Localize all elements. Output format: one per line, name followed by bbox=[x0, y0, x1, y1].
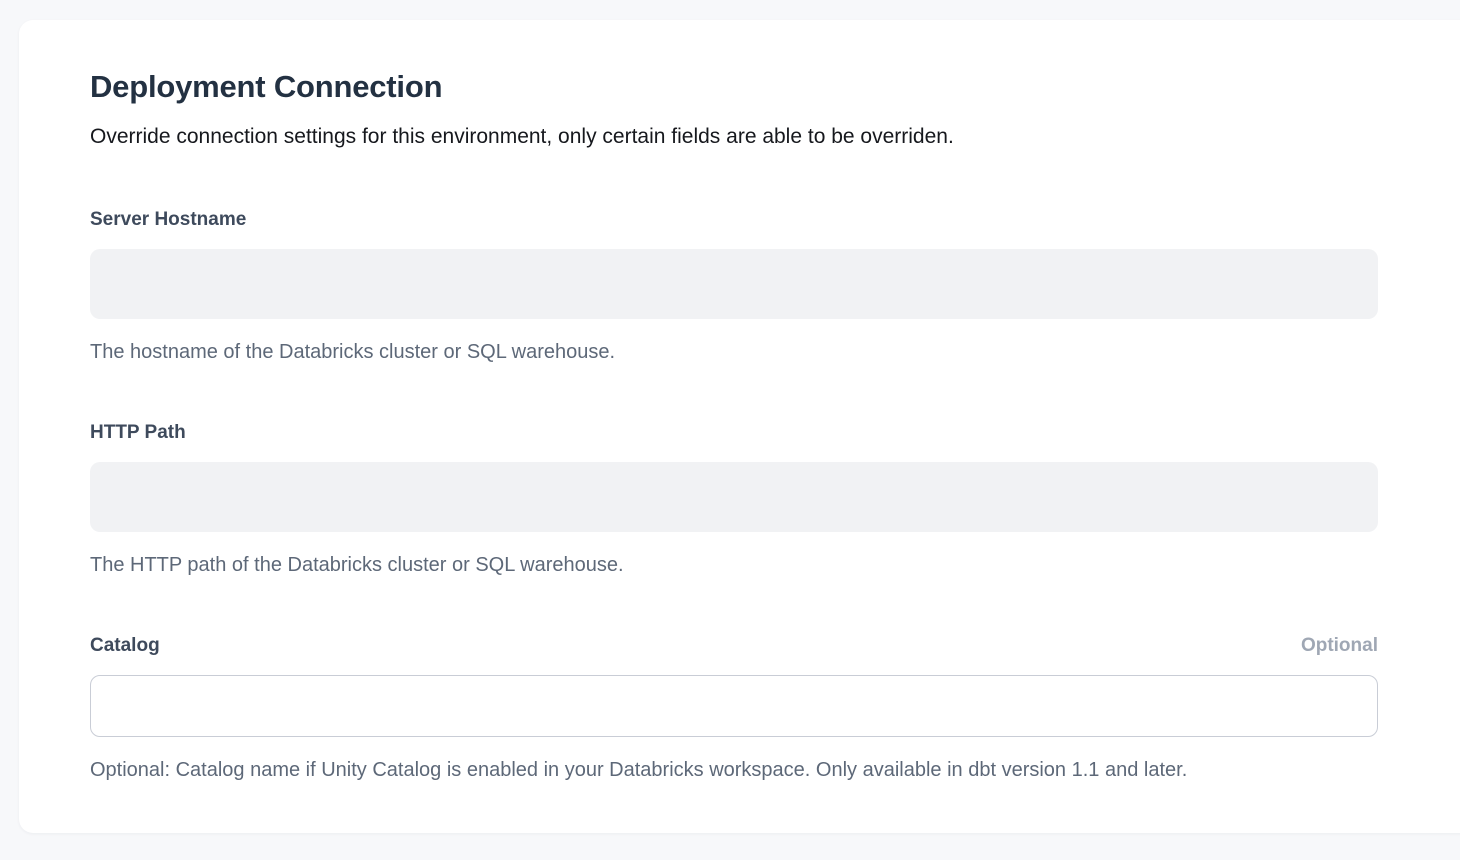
http-path-input bbox=[90, 462, 1378, 532]
server-hostname-helper: The hostname of the Databricks cluster o… bbox=[90, 339, 1378, 366]
label-row: HTTP Path bbox=[90, 420, 1378, 446]
deployment-connection-card: Deployment Connection Override connectio… bbox=[19, 20, 1460, 833]
label-row: Catalog Optional bbox=[90, 633, 1378, 659]
catalog-optional-tag: Optional bbox=[1301, 633, 1378, 659]
card-content: Deployment Connection Override connectio… bbox=[19, 20, 1378, 784]
catalog-label: Catalog bbox=[90, 633, 160, 659]
catalog-helper: Optional: Catalog name if Unity Catalog … bbox=[90, 757, 1378, 784]
field-group-http-path: HTTP Path The HTTP path of the Databrick… bbox=[90, 420, 1378, 579]
field-group-server-hostname: Server Hostname The hostname of the Data… bbox=[90, 207, 1378, 366]
server-hostname-label: Server Hostname bbox=[90, 207, 246, 233]
label-row: Server Hostname bbox=[90, 207, 1378, 233]
http-path-label: HTTP Path bbox=[90, 420, 186, 446]
field-group-catalog: Catalog Optional Optional: Catalog name … bbox=[90, 633, 1378, 784]
server-hostname-input bbox=[90, 249, 1378, 319]
page-title: Deployment Connection bbox=[90, 68, 1378, 105]
catalog-input[interactable] bbox=[90, 675, 1378, 737]
page-subtitle: Override connection settings for this en… bbox=[90, 123, 1378, 151]
http-path-helper: The HTTP path of the Databricks cluster … bbox=[90, 552, 1378, 579]
